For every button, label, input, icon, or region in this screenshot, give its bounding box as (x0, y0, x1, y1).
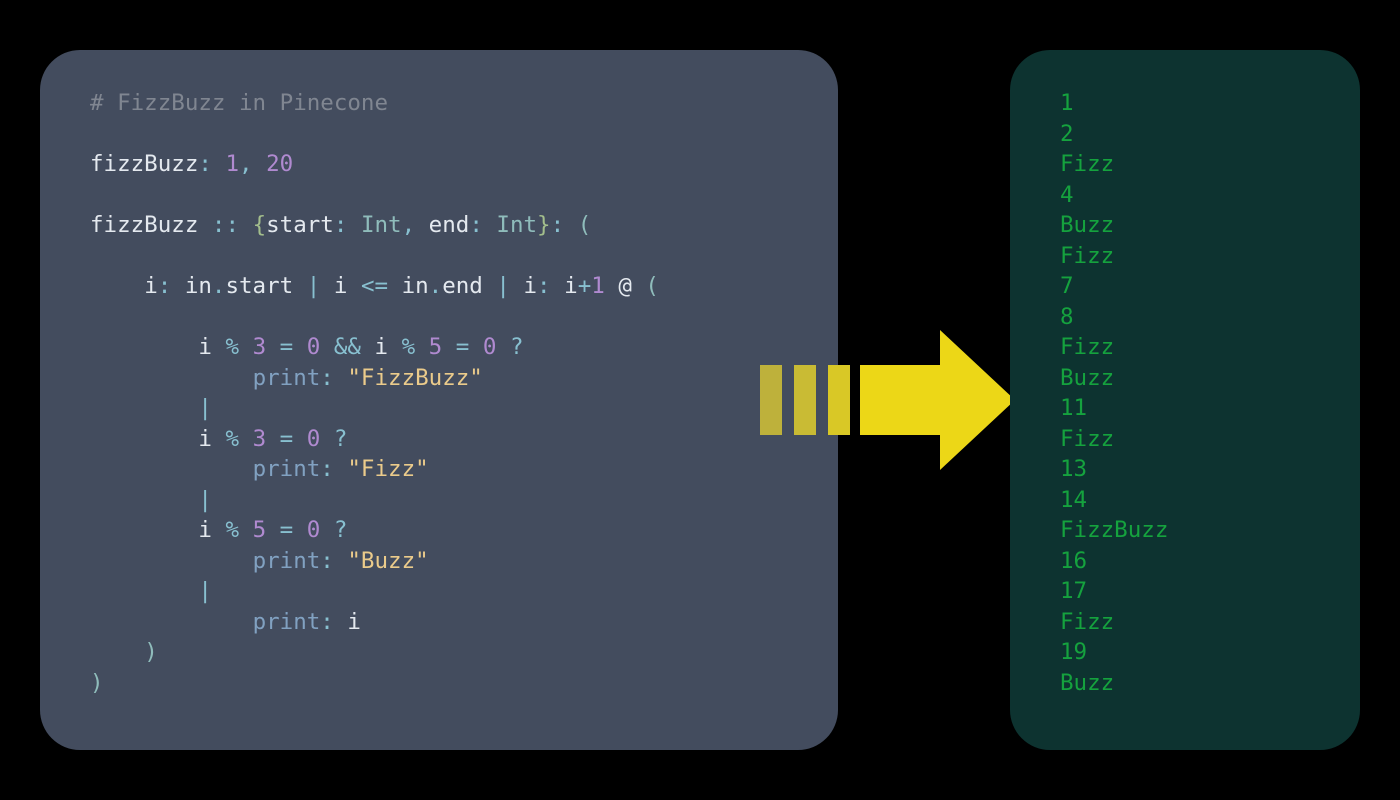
code-token: 3 (253, 426, 267, 452)
code-token: | (198, 578, 212, 604)
code-token: : (320, 456, 334, 482)
code-token: | (198, 487, 212, 513)
code-token: end (429, 212, 470, 238)
code-token: fizzBuzz (90, 212, 198, 238)
code-token: : (469, 212, 483, 238)
code-token: : (551, 212, 565, 238)
code-token: 20 (266, 151, 293, 177)
code-token: i (347, 609, 361, 635)
code-token: Int (361, 212, 402, 238)
code-token: 1 (591, 273, 605, 299)
code-token: { (253, 212, 267, 238)
code-panel: # FizzBuzz in Pinecone fizzBuzz: 1, 20 f… (40, 50, 838, 750)
code-token: :: (212, 212, 239, 238)
code-token: } (537, 212, 551, 238)
arrow-icon (760, 320, 1020, 480)
code-token: in (185, 273, 212, 299)
code-token: : (334, 212, 348, 238)
code-token: = (280, 517, 294, 543)
code-token: print (253, 456, 321, 482)
code-token: | (307, 273, 321, 299)
code-token: 3 (253, 334, 267, 360)
code-token: % (225, 517, 239, 543)
code-token: print (253, 609, 321, 635)
code-token: ? (334, 426, 348, 452)
code-token: | (198, 395, 212, 421)
code-token: "Buzz" (347, 548, 428, 574)
code-token: % (225, 426, 239, 452)
code-token: ? (334, 517, 348, 543)
code-token: ( (645, 273, 659, 299)
code-token: % (225, 334, 239, 360)
code-token: : (198, 151, 212, 177)
code-token: : (537, 273, 551, 299)
code-token: i (198, 334, 212, 360)
code-token: i (524, 273, 538, 299)
code-token: : (158, 273, 172, 299)
code-token: i (374, 334, 388, 360)
code-token: fizzBuzz (90, 151, 198, 177)
code-token: i (198, 426, 212, 452)
code-token: = (456, 334, 470, 360)
code-token: 0 (483, 334, 497, 360)
code-comment: # FizzBuzz in Pinecone (90, 90, 388, 116)
code-token: ? (510, 334, 524, 360)
code-token: : (320, 609, 334, 635)
code-token: "FizzBuzz" (347, 365, 482, 391)
code-token: i (564, 273, 578, 299)
code-token: 1 (225, 151, 239, 177)
code-token: <= (361, 273, 388, 299)
output-block: 1 2 Fizz 4 Buzz Fizz 7 8 Fizz Buzz 11 Fi… (1060, 88, 1360, 698)
code-token: 0 (307, 517, 321, 543)
code-token: i (334, 273, 348, 299)
code-token: , (239, 151, 253, 177)
code-token: i (144, 273, 158, 299)
code-token: 0 (307, 426, 321, 452)
code-token: end (442, 273, 483, 299)
code-token: && (334, 334, 361, 360)
code-token: 5 (253, 517, 267, 543)
code-token: in (402, 273, 429, 299)
code-token: ) (144, 639, 158, 665)
code-token: . (429, 273, 443, 299)
code-token: start (225, 273, 293, 299)
code-token: start (266, 212, 334, 238)
code-token: + (578, 273, 592, 299)
code-token: : (320, 365, 334, 391)
code-token: 0 (307, 334, 321, 360)
code-token: 5 (429, 334, 443, 360)
code-token: = (280, 426, 294, 452)
code-token: i (198, 517, 212, 543)
code-token: print (253, 365, 321, 391)
code-token: , (402, 212, 416, 238)
code-token: Int (496, 212, 537, 238)
code-token: print (253, 548, 321, 574)
output-panel: 1 2 Fizz 4 Buzz Fizz 7 8 Fizz Buzz 11 Fi… (1010, 50, 1360, 750)
code-token: @ (618, 273, 632, 299)
code-token: . (212, 273, 226, 299)
code-token: ) (90, 670, 104, 696)
code-token: "Fizz" (347, 456, 428, 482)
code-token: = (280, 334, 294, 360)
code-token: % (402, 334, 416, 360)
code-token: | (496, 273, 510, 299)
code-token: : (320, 548, 334, 574)
code-token: ( (578, 212, 592, 238)
code-block: # FizzBuzz in Pinecone fizzBuzz: 1, 20 f… (90, 88, 838, 698)
